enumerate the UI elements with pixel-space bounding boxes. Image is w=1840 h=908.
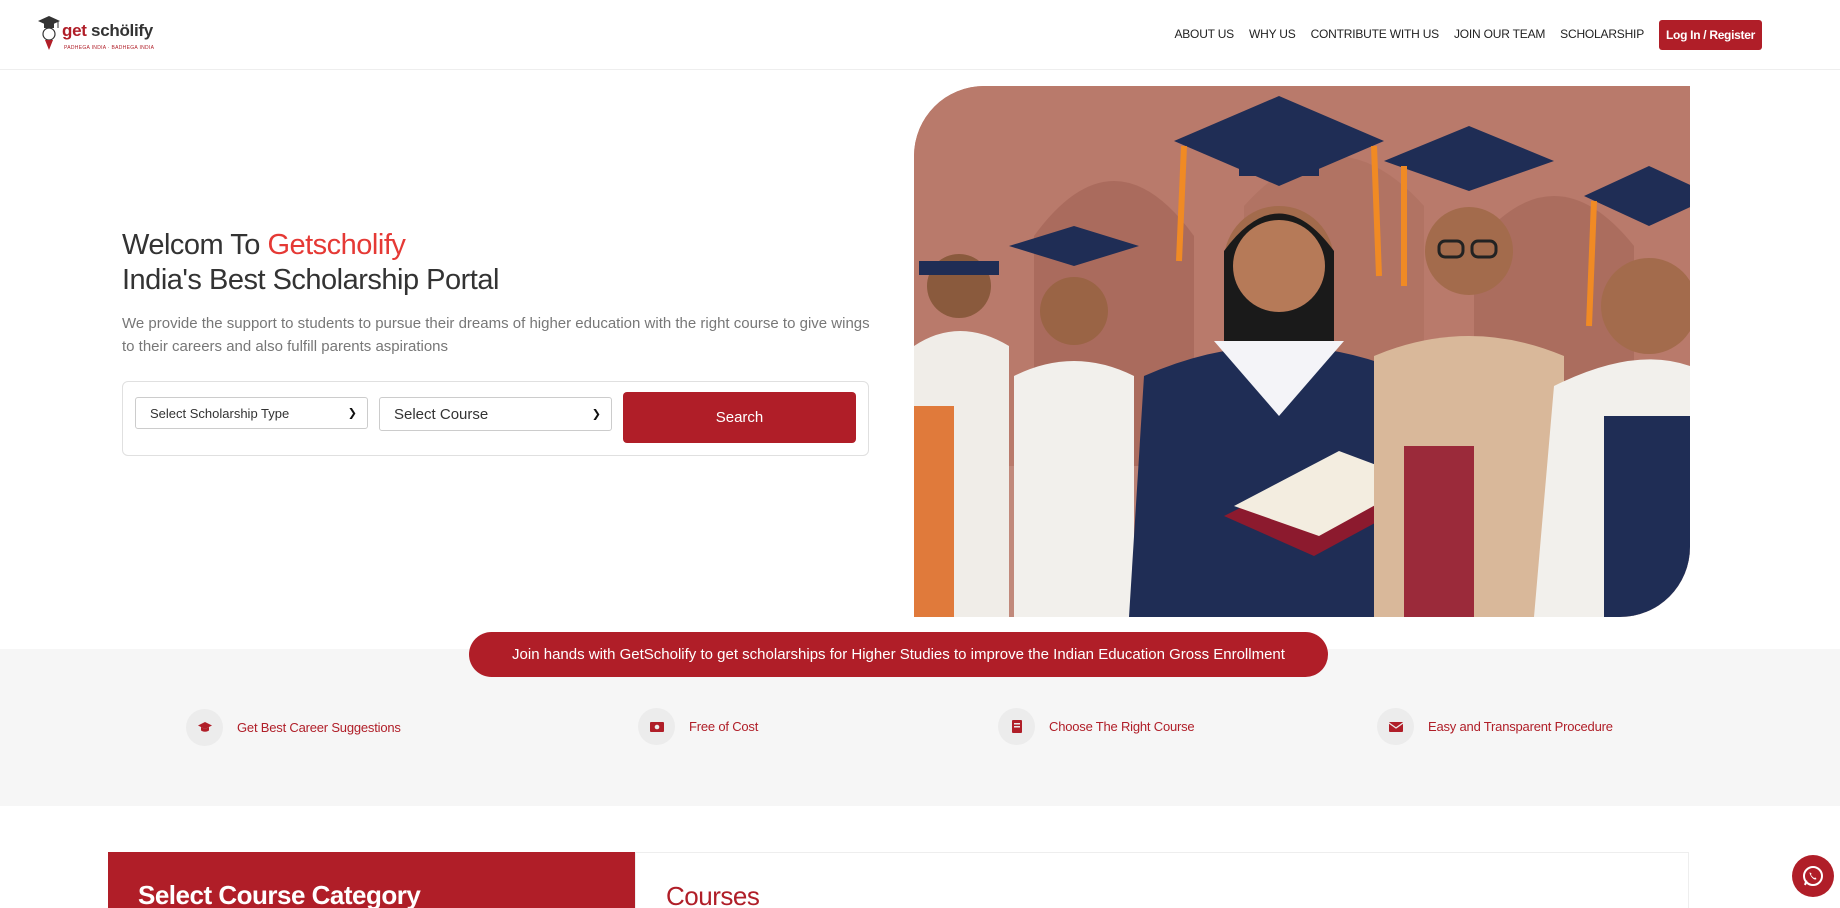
feature-transparent-procedure: Easy and Transparent Procedure — [1377, 708, 1613, 745]
courses-panel: Courses — [635, 852, 1689, 908]
whatsapp-button[interactable] — [1792, 855, 1834, 897]
feature-career-suggestions: Get Best Career Suggestions — [186, 709, 401, 746]
course-category-panel: Select Course Category — [108, 852, 635, 908]
graduation-cap-logo-icon — [38, 16, 60, 50]
main-nav: ABOUT US WHY US CONTRIBUTE WITH US JOIN … — [1174, 27, 1644, 41]
feature-right-course: Choose The Right Course — [998, 708, 1195, 745]
whatsapp-icon — [1803, 866, 1823, 886]
chevron-down-icon: ❯ — [591, 408, 601, 421]
nav-why-us[interactable]: WHY US — [1249, 27, 1296, 41]
course-select[interactable]: Select Course ❯ — [379, 397, 612, 431]
nav-about-us[interactable]: ABOUT US — [1174, 27, 1234, 41]
nav-scholarship[interactable]: SCHOLARSHIP — [1560, 27, 1644, 41]
graduates-photo — [914, 86, 1690, 617]
scholarship-type-select[interactable]: Select Scholarship Type ❯ — [135, 397, 368, 429]
hero-title: Welcom To Getscholify India's Best Schol… — [122, 229, 499, 296]
graduation-cap-icon — [186, 709, 223, 746]
brand-name: get schölify — [62, 21, 153, 40]
search-button[interactable]: Search — [623, 392, 856, 443]
feature-free-of-cost: Free of Cost — [638, 708, 758, 745]
hero-title-accent: Getscholify — [267, 229, 406, 261]
book-icon — [998, 708, 1035, 745]
nav-join-team[interactable]: JOIN OUR TEAM — [1454, 27, 1545, 41]
site-header: get schölify PADHEGA INDIA · BADHEGA IND… — [0, 0, 1840, 70]
envelope-icon — [1377, 708, 1414, 745]
brand-tagline: PADHEGA INDIA · BADHEGA INDIA — [64, 45, 155, 51]
hero-description: We provide the support to students to pu… — [122, 315, 870, 355]
course-category-title: Select Course Category — [138, 880, 421, 908]
join-hands-banner: Join hands with GetScholify to get schol… — [469, 632, 1328, 677]
money-icon — [638, 708, 675, 745]
site-logo[interactable]: get schölify PADHEGA INDIA · BADHEGA IND… — [38, 14, 155, 54]
hero-subtitle: India's Best Scholarship Portal — [122, 264, 499, 296]
chevron-down-icon: ❯ — [347, 407, 357, 420]
login-register-button[interactable]: Log In / Register — [1659, 20, 1762, 50]
courses-title: Courses — [666, 881, 760, 908]
nav-contribute[interactable]: CONTRIBUTE WITH US — [1311, 27, 1440, 41]
hero-image — [914, 86, 1690, 617]
scholarship-search-form: Select Scholarship Type ❯ Select Course … — [122, 381, 869, 456]
